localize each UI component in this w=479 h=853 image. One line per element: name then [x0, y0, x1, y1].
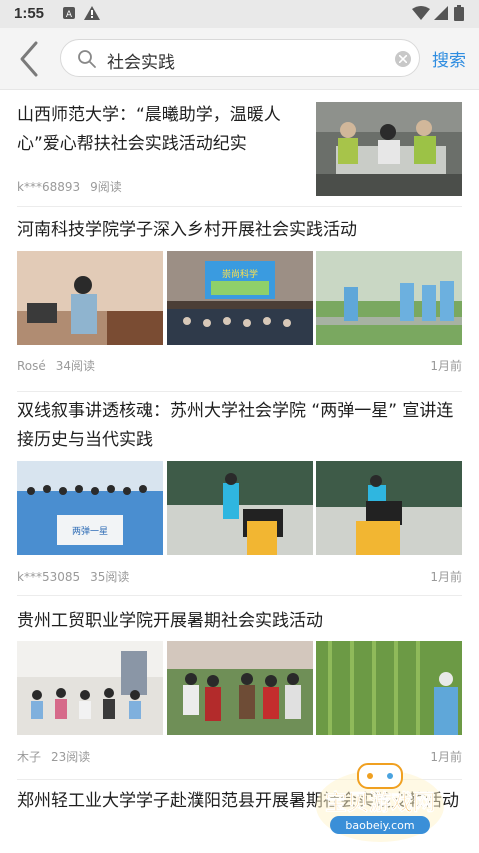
- article-author: 木子: [17, 750, 42, 764]
- status-bar: 1:55 A: [0, 0, 479, 28]
- article-meta: k***68893 9阅读: [17, 178, 122, 195]
- article-image: [316, 251, 462, 345]
- notification-icon: A: [62, 5, 76, 20]
- search-input[interactable]: 社会实践: [60, 39, 420, 77]
- article-image: [316, 641, 462, 735]
- article-reads: 34阅读: [55, 359, 96, 373]
- article-image: [316, 461, 462, 555]
- article-meta: k***53085 35阅读: [17, 568, 129, 585]
- svg-text:A: A: [66, 10, 73, 20]
- article-image: [167, 461, 313, 555]
- article-author: k***53085: [17, 570, 81, 584]
- article-title: 双线叙事讲透核魂：苏州大学社会学院 “两弹一星” 宣讲连接历史与当代实践: [17, 401, 454, 450]
- banner-text: 两弹一星: [72, 525, 108, 537]
- close-icon: [399, 55, 407, 63]
- article-author: Rosé: [17, 359, 46, 373]
- article-image: 两弹一星: [17, 461, 163, 555]
- chevron-left-icon: [20, 41, 38, 77]
- search-button[interactable]: 搜索: [432, 46, 466, 71]
- article-image: [17, 641, 163, 735]
- search-toolbar: 社会实践 搜索: [0, 28, 479, 90]
- article-date: 1月前: [430, 570, 462, 584]
- article-reads: 9阅读: [90, 180, 122, 194]
- article-feed: 山西师范大学：“晨曦助学，温暖人心”爱心帮扶社会实践活动纪实 k***68893…: [0, 91, 479, 853]
- wifi-icon: [412, 5, 430, 20]
- article-reads: 35阅读: [90, 570, 130, 584]
- projector-slide-text: 崇尚科学: [222, 268, 258, 280]
- article-thumbnail: [316, 102, 462, 196]
- article-item[interactable]: 双线叙事讲透核魂：苏州大学社会学院 “两弹一星” 宣讲连接历史与当代实践 两弹一…: [17, 397, 462, 587]
- warning-icon: [84, 5, 100, 20]
- search-query[interactable]: 社会实践: [107, 48, 175, 73]
- article-item[interactable]: 河南科技学院学子深入乡村开展社会实践活动 崇尚科学 Rosé 34阅读 1月前: [17, 216, 462, 376]
- article-author: k***68893: [17, 180, 81, 194]
- article-item[interactable]: 贵州工贸职业学院开展暑期社会实践活动 木子 23阅读 1月前: [17, 607, 462, 767]
- watermark-logo: 宝贝游戏网 baobeiy.com: [300, 760, 460, 850]
- article-meta: 木子 23阅读: [17, 748, 90, 765]
- article-title: 贵州工贸职业学院开展暑期社会实践活动: [17, 611, 323, 631]
- search-icon: [77, 49, 97, 69]
- divider: [17, 595, 462, 596]
- status-time: 1:55: [14, 5, 45, 22]
- divider: [17, 206, 462, 207]
- article-reads: 23阅读: [51, 750, 91, 764]
- signal-icon: [434, 5, 448, 20]
- watermark-text: 宝贝游戏网: [325, 790, 435, 816]
- article-meta: Rosé 34阅读: [17, 357, 95, 374]
- article-image: 崇尚科学: [167, 251, 313, 345]
- article-image: [17, 251, 163, 345]
- article-image: [167, 641, 313, 735]
- article-title: 河南科技学院学子深入乡村开展社会实践活动: [17, 220, 357, 240]
- divider: [17, 391, 462, 392]
- watermark-url: baobeiy.com: [345, 819, 414, 832]
- battery-icon: [454, 5, 464, 21]
- article-title: 山西师范大学：“晨曦助学，温暖人心”爱心帮扶社会实践活动纪实: [17, 105, 281, 154]
- back-button[interactable]: [14, 40, 46, 78]
- article-item[interactable]: 山西师范大学：“晨曦助学，温暖人心”爱心帮扶社会实践活动纪实 k***68893…: [17, 101, 462, 201]
- clear-search-button[interactable]: [395, 51, 411, 67]
- article-date: 1月前: [430, 359, 462, 373]
